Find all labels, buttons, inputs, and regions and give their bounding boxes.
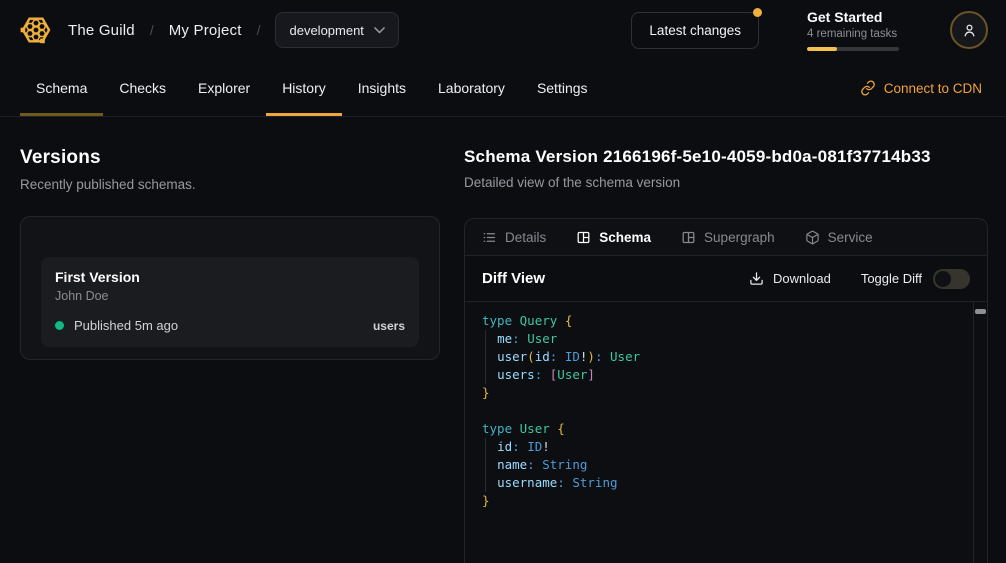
toggle-diff-switch[interactable] — [933, 269, 970, 289]
published-status-dot — [55, 321, 64, 330]
version-detail-panel: Details Schema — [464, 218, 988, 563]
versions-list-card: First Version John Doe Published 5m ago … — [20, 216, 440, 360]
detail-tab-bar: Details Schema — [465, 219, 987, 256]
cdn-link-label: Connect to CDN — [884, 81, 982, 96]
version-meta-row: Published 5m ago users — [55, 318, 405, 333]
chevron-down-icon — [374, 27, 385, 34]
code-line: username: String — [482, 474, 957, 492]
breadcrumb-org[interactable]: The Guild — [68, 22, 135, 39]
main-content: Versions Recently published schemas. Fir… — [0, 117, 1006, 563]
download-label: Download — [773, 271, 831, 286]
code-line: name: String — [482, 456, 957, 474]
tab-details[interactable]: Details — [482, 230, 546, 245]
tab-service-label: Service — [828, 230, 873, 245]
code-line — [482, 402, 957, 420]
nav-tab-history[interactable]: History — [266, 60, 342, 116]
diff-header-row: Diff View Download Toggle Diff — [465, 256, 987, 302]
nav-tab-explorer[interactable]: Explorer — [182, 60, 266, 116]
code-line: user(id: ID!): User — [482, 348, 957, 366]
hive-logo-icon[interactable] — [16, 10, 56, 50]
get-started-title: Get Started — [807, 9, 902, 25]
download-button[interactable]: Download — [749, 271, 831, 286]
version-status: Published 5m ago — [74, 318, 178, 333]
toggle-diff-control: Toggle Diff — [861, 269, 970, 289]
tab-schema-label: Schema — [599, 230, 651, 245]
diff-actions: Download Toggle Diff — [749, 269, 970, 289]
breadcrumb-separator: / — [150, 22, 154, 38]
latest-changes-button[interactable]: Latest changes — [631, 12, 759, 49]
version-name: First Version — [55, 269, 405, 285]
columns-icon — [576, 230, 591, 245]
notification-dot — [753, 8, 762, 17]
code-line: type User { — [482, 420, 957, 438]
tab-supergraph[interactable]: Supergraph — [681, 230, 775, 245]
nav-tab-settings[interactable]: Settings — [521, 60, 604, 116]
tab-schema[interactable]: Schema — [576, 230, 651, 245]
header-actions: Latest changes Get Started 4 remaining t… — [631, 9, 988, 51]
version-list-item[interactable]: First Version John Doe Published 5m ago … — [41, 257, 419, 347]
get-started-subtitle: 4 remaining tasks — [807, 28, 902, 40]
link-icon — [860, 80, 876, 96]
list-icon — [482, 230, 497, 245]
version-author: John Doe — [55, 289, 405, 303]
target-dropdown[interactable]: development — [275, 12, 398, 48]
code-line: type Query { — [482, 312, 957, 330]
versions-column: Versions Recently published schemas. Fir… — [0, 117, 464, 563]
user-avatar-button[interactable] — [950, 11, 988, 49]
versions-title: Versions — [20, 147, 440, 169]
box-icon — [805, 230, 820, 245]
breadcrumb-project[interactable]: My Project — [169, 22, 242, 39]
app-window: The Guild / My Project / development Lat… — [0, 0, 1006, 563]
schema-code-block[interactable]: type Query { me: User user(id: ID!): Use… — [465, 302, 987, 563]
switch-knob — [935, 271, 951, 287]
nav-tab-laboratory[interactable]: Laboratory — [422, 60, 521, 116]
get-started-progress-track — [807, 47, 899, 51]
toggle-diff-label: Toggle Diff — [861, 271, 922, 286]
target-dropdown-value: development — [289, 23, 363, 38]
code-line: id: ID! — [482, 438, 957, 456]
code-line: } — [482, 384, 957, 402]
columns-icon — [681, 230, 696, 245]
versions-subtitle: Recently published schemas. — [20, 177, 440, 192]
tab-supergraph-label: Supergraph — [704, 230, 775, 245]
tab-details-label: Details — [505, 230, 546, 245]
tab-service[interactable]: Service — [805, 230, 873, 245]
nav-tab-insights[interactable]: Insights — [342, 60, 422, 116]
primary-nav: Schema Checks Explorer History Insights … — [0, 60, 1006, 117]
breadcrumb: The Guild / My Project / development — [68, 12, 399, 48]
diff-view-title: Diff View — [482, 270, 545, 287]
download-icon — [749, 271, 764, 286]
code-line: } — [482, 492, 957, 510]
code-lines: type Query { me: User user(id: ID!): Use… — [482, 312, 957, 510]
version-service-name: users — [373, 319, 405, 333]
code-line: me: User — [482, 330, 957, 348]
latest-changes-label: Latest changes — [649, 23, 741, 38]
connect-to-cdn-link[interactable]: Connect to CDN — [860, 80, 982, 96]
top-header: The Guild / My Project / development Lat… — [0, 0, 1006, 60]
nav-tab-schema[interactable]: Schema — [20, 60, 103, 116]
nav-tab-checks[interactable]: Checks — [103, 60, 182, 116]
get-started-widget[interactable]: Get Started 4 remaining tasks — [807, 9, 902, 51]
version-detail-subtitle: Detailed view of the schema version — [464, 175, 988, 190]
person-icon — [961, 22, 978, 39]
version-detail-column: Schema Version 2166196f-5e10-4059-bd0a-0… — [464, 117, 1006, 563]
vertical-scrollbar[interactable] — [973, 302, 987, 563]
breadcrumb-separator: / — [257, 22, 261, 38]
code-line: users: [User] — [482, 366, 957, 384]
version-detail-title: Schema Version 2166196f-5e10-4059-bd0a-0… — [464, 147, 988, 167]
nav-tab-list: Schema Checks Explorer History Insights … — [20, 60, 604, 116]
scrollbar-thumb[interactable] — [975, 309, 986, 314]
progress-fill — [807, 47, 837, 51]
